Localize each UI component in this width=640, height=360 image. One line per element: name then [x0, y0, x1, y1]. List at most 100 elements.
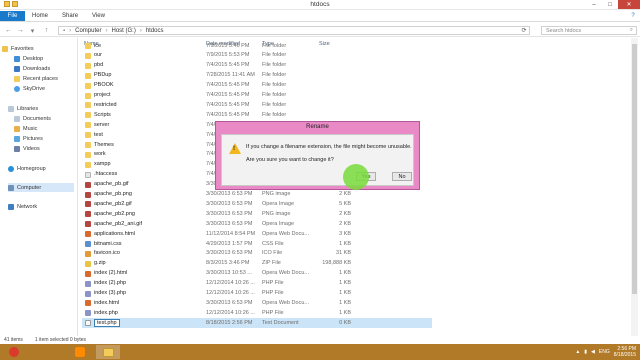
- file-row[interactable]: favicon.ico 3/30/2013 6:53 PM ICO File 31 K…: [82, 249, 432, 259]
- file-row[interactable]: applications.html 11/12/2014 8:54 PM Opera…: [82, 229, 432, 239]
- file-size: 1 KB: [339, 240, 351, 247]
- file-name[interactable]: test.php: [94, 318, 120, 327]
- file-type: Text Document: [262, 319, 299, 326]
- file-row[interactable]: Scripts 7/4/2015 5:45 PM File folder: [82, 110, 432, 120]
- tab-home[interactable]: Home: [25, 11, 55, 21]
- clock[interactable]: 2:56 PM 8/18/2015: [614, 346, 636, 358]
- file-row[interactable]: apache_pb2.png 3/30/2013 6:53 PM PNG image…: [82, 209, 432, 219]
- search-icon[interactable]: ⌕: [630, 27, 633, 34]
- recent-dropdown-icon[interactable]: ▾: [28, 26, 37, 35]
- file-row[interactable]: our 7/9/2015 5:53 PM File folder: [82, 51, 432, 61]
- file-row[interactable]: apache_pb.png 3/30/2013 6:53 PM PNG image 2…: [82, 190, 432, 200]
- breadcrumb-computer[interactable]: Computer: [75, 28, 101, 34]
- search-input[interactable]: Search htdocs ⌕: [541, 26, 637, 35]
- file-name: index.html: [94, 299, 120, 306]
- language-indicator[interactable]: ENG: [599, 349, 610, 355]
- network-tray-icon[interactable]: ▮: [584, 349, 587, 355]
- volume-icon[interactable]: ◀: [591, 349, 595, 355]
- selection-info: 1 item selected 0 bytes: [34, 337, 87, 343]
- breadcrumb-htdocs[interactable]: htdocs: [146, 28, 164, 34]
- tab-view[interactable]: View: [85, 11, 112, 21]
- file-row[interactable]: PBOOK 7/4/2015 5:45 PM File folder: [82, 81, 432, 91]
- nav-computer[interactable]: Computer: [8, 183, 74, 192]
- taskbar: ▲ ▮ ◀ ENG 2:56 PM 8/18/2015: [0, 344, 640, 360]
- minimize-button[interactable]: –: [586, 0, 602, 9]
- nav-recent-places[interactable]: Recent places: [14, 74, 58, 83]
- nav-downloads[interactable]: Downloads: [14, 64, 50, 73]
- nav-pictures[interactable]: Pictures: [14, 134, 43, 143]
- nav-music[interactable]: Music: [14, 124, 37, 133]
- cloud-icon: [14, 85, 20, 92]
- warning-mark: !: [233, 146, 235, 152]
- opera-icon: [9, 347, 19, 357]
- file-date: 8/18/2015 2:56 PM: [206, 319, 253, 326]
- file-row[interactable]: pbd 7/4/2015 5:45 PM File folder: [82, 61, 432, 71]
- file-type: Opera Web Docu...: [262, 270, 309, 277]
- nav-favorites[interactable]: Favorites: [2, 44, 34, 53]
- file-date: 12/12/2014 10:26 ...: [206, 309, 255, 316]
- file-row[interactable]: apache_pb2.gif 3/30/2013 6:53 PM Opera Ima…: [82, 199, 432, 209]
- file-size: 0 KB: [339, 319, 351, 326]
- file-name: .htaccess: [94, 171, 118, 178]
- vertical-scrollbar[interactable]: [631, 38, 638, 336]
- file-icon: [85, 320, 91, 327]
- opera-taskbar-button[interactable]: [2, 345, 26, 359]
- maximize-button[interactable]: □: [602, 0, 618, 9]
- file-row[interactable]: project 7/4/2015 5:45 PM File folder: [82, 91, 432, 101]
- file-type: Opera Image: [262, 200, 295, 207]
- nav-skydrive[interactable]: SkyDrive: [14, 84, 45, 93]
- xampp-taskbar-button[interactable]: [68, 345, 92, 359]
- tab-file[interactable]: File: [0, 11, 25, 21]
- yes-button[interactable]: Yes: [356, 172, 376, 181]
- file-row[interactable]: index (2).php 12/12/2014 10:26 ... PHP Fil…: [82, 279, 432, 289]
- tab-share[interactable]: Share: [55, 11, 85, 21]
- nav-network[interactable]: Network: [8, 202, 37, 211]
- file-row[interactable]: index.html 3/30/2013 6:53 PM Opera Web Doc…: [82, 298, 432, 308]
- file-type: Opera Web Docu...: [262, 299, 309, 306]
- address-field[interactable]: ▪ › Computer › Host (G:) › htdocs ⟳: [58, 26, 530, 35]
- explorer-taskbar-button[interactable]: [96, 345, 120, 359]
- no-button[interactable]: No: [392, 172, 412, 181]
- file-date: 3/30/2013 10:53 ...: [206, 270, 252, 277]
- window-controls: – □ ✕: [586, 0, 640, 9]
- file-row[interactable]: test.php 8/18/2015 2:56 PM Text Document 0 …: [82, 318, 432, 329]
- file-row[interactable]: bitnami.css 4/29/2013 1:57 PM CSS File 1 KB: [82, 239, 432, 249]
- file-date: 11/12/2014 8:54 PM: [206, 230, 256, 237]
- file-row[interactable]: g.zip 8/3/2015 3:46 PM ZIP File 198,888 KB: [82, 259, 432, 269]
- file-type: File folder: [262, 101, 287, 108]
- file-row[interactable]: ice 7/9/2015 5:46 PM File folder: [82, 41, 432, 51]
- breadcrumb-host[interactable]: Host (G:): [111, 28, 135, 34]
- scrollbar-thumb[interactable]: [632, 44, 637, 294]
- back-arrow-icon[interactable]: ←: [4, 26, 13, 35]
- file-row[interactable]: index (2).html 3/30/2013 10:53 ... Opera W…: [82, 269, 432, 279]
- file-icon: [85, 290, 91, 297]
- file-name: apache_pb2_ani.gif: [94, 220, 143, 227]
- file-row[interactable]: restricted 7/4/2015 5:45 PM File folder: [82, 100, 432, 110]
- file-name: apache_pb.png: [94, 191, 132, 197]
- file-date: 3/30/2013 6:53 PM: [206, 220, 253, 227]
- folder-icon: [85, 62, 91, 69]
- file-icon: [85, 280, 91, 287]
- tray-arrow-icon[interactable]: ▲: [575, 349, 580, 355]
- file-size: 2 KB: [339, 210, 351, 217]
- up-arrow-icon[interactable]: ↑: [42, 26, 51, 35]
- nav-videos[interactable]: Videos: [14, 144, 40, 153]
- file-row[interactable]: index (3).php 12/12/2014 10:26 ... PHP Fil…: [82, 289, 432, 299]
- nav-desktop[interactable]: Desktop: [14, 54, 43, 63]
- file-icon: [85, 260, 91, 267]
- file-row[interactable]: apache_pb2_ani.gif 3/30/2013 6:53 PM Opera…: [82, 219, 432, 229]
- forward-arrow-icon[interactable]: →: [16, 26, 25, 35]
- close-button[interactable]: ✕: [618, 0, 640, 9]
- file-name: project: [94, 92, 111, 98]
- file-type: PNG image: [262, 191, 291, 197]
- nav-homegroup[interactable]: Homegroup: [8, 164, 46, 173]
- file-row[interactable]: PBDup 7/28/2015 11:41 AM File folder: [82, 71, 432, 81]
- help-icon[interactable]: ?: [626, 11, 640, 21]
- file-type: Opera Web Docu...: [262, 230, 309, 237]
- refresh-icon[interactable]: ⟳: [519, 27, 529, 34]
- file-row[interactable]: index.php 12/12/2014 10:26 ... PHP File 1 K…: [82, 308, 432, 318]
- nav-libraries[interactable]: Libraries: [8, 104, 38, 113]
- nav-documents[interactable]: Documents: [14, 114, 51, 123]
- file-name: index (2).html: [94, 270, 128, 277]
- file-size: 31 KB: [336, 250, 351, 257]
